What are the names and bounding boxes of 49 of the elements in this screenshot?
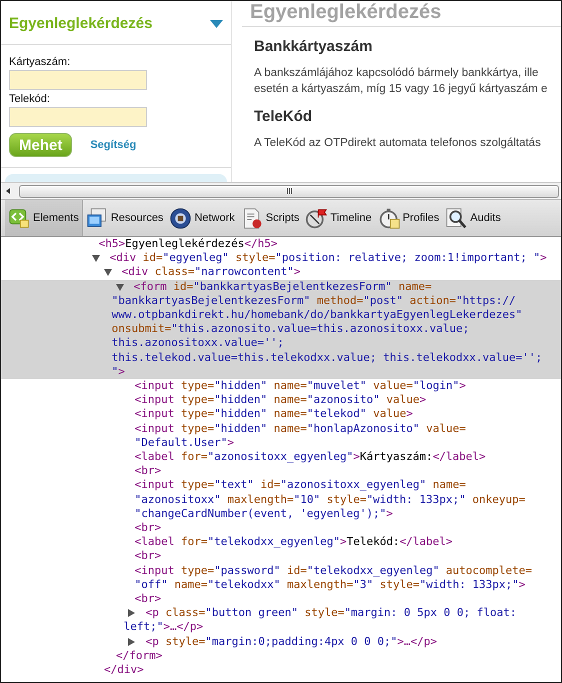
magnifier-icon: [445, 206, 468, 230]
code-line[interactable]: "Default.User">: [1, 436, 561, 450]
field-label: Kártyaszám:: [9, 56, 72, 68]
code-line[interactable]: <p style="margin:0;padding:4px 0 0 0;">…</p>: [1, 634, 561, 649]
stopwatch-icon: [378, 206, 401, 230]
code-line[interactable]: "off" name="telekodxx" maxlength="3" style="width: 133px;">: [1, 578, 561, 592]
devtools-tab[interactable]: Resources: [82, 200, 166, 236]
code-line[interactable]: <p class="button green" style="margin: 0 5px 0 0; float:: [1, 606, 561, 620]
code-line[interactable]: <br>: [1, 592, 561, 606]
devtools-tab[interactable]: Timeline: [302, 200, 375, 236]
section-heading: TeleKód: [254, 108, 314, 125]
dropdown-triangle-icon[interactable]: [210, 20, 223, 28]
code-line[interactable]: <input type="text" id="azonositoxx_egyenleg" name=: [1, 478, 561, 493]
windows-icon: [86, 206, 109, 230]
scrollbar-thumb[interactable]: [19, 184, 559, 198]
section-heading: Bankkártyaszám: [254, 38, 374, 55]
code-line[interactable]: </form>: [1, 648, 561, 664]
help-link[interactable]: Segítség: [90, 139, 136, 151]
devtools-tab[interactable]: Elements: [5, 200, 83, 236]
code-line[interactable]: <br>: [1, 549, 561, 564]
input-field[interactable]: [9, 70, 147, 90]
code-line[interactable]: <br>: [1, 521, 561, 536]
sidebar-title: Egyenleglekérdezés: [9, 15, 152, 32]
horizontal-scrollbar[interactable]: [1, 182, 561, 200]
field-label: Telekód:: [9, 93, 51, 105]
code-line[interactable]: </div>: [1, 663, 561, 678]
paragraph: A bankszámlájához kapcsolódó bármely bankkártya, ille esetén a kártyaszám, míg 15 vagy 16 jegyű kártyaszám e: [254, 66, 548, 97]
code-line[interactable]: <input type="hidden" name="azonosito" value>: [1, 393, 561, 408]
code-line[interactable]: <div id="egyenleg" style="position: relative; zoom:1!important; ">: [1, 251, 561, 266]
clock-flag-icon: [305, 206, 328, 230]
paragraph: A TeleKód az OTPdirekt automata telefonos szolgáltatás: [254, 136, 542, 151]
code-line[interactable]: <label for="telekodxx_egyenleg">Telekód:</label>: [1, 535, 561, 550]
devtools-tab[interactable]: Network: [166, 200, 238, 236]
code-line[interactable]: <label for="azonositoxx_egyenleg">Kártyaszám:</label>: [1, 450, 561, 464]
code-line[interactable]: <h5>Egyenleglekérdezés</h5>: [1, 237, 561, 252]
code-line[interactable]: left;">…</p>: [1, 620, 561, 635]
code-line[interactable]: "azonositoxx" maxlength="10" style="width: 133px;" onkeyup=: [1, 492, 561, 507]
code-brackets-icon: [8, 206, 31, 230]
input-field[interactable]: [9, 107, 147, 127]
devtools-tab[interactable]: Profiles: [374, 200, 442, 236]
code-line[interactable]: <input type="hidden" name="honlapAzonosito" value=: [1, 422, 561, 436]
code-line[interactable]: "changeCardNumber(event, 'egyenleg');">: [1, 506, 561, 522]
code-line[interactable]: <br>: [1, 464, 561, 478]
code-line[interactable]: <input type="hidden" name="telekod" value>: [1, 407, 561, 422]
code-line[interactable]: <input type="hidden" name="muvelet" value="login">: [1, 379, 561, 394]
devtools-tab[interactable]: Audits: [442, 200, 504, 236]
code-line[interactable]: <input type="password" id="telekodxx_egyenleg" autocomplete=: [1, 564, 561, 578]
devtools-tab[interactable]: Scripts: [238, 200, 302, 236]
page-title: Egyenleglekérdezés: [242, 1, 561, 27]
